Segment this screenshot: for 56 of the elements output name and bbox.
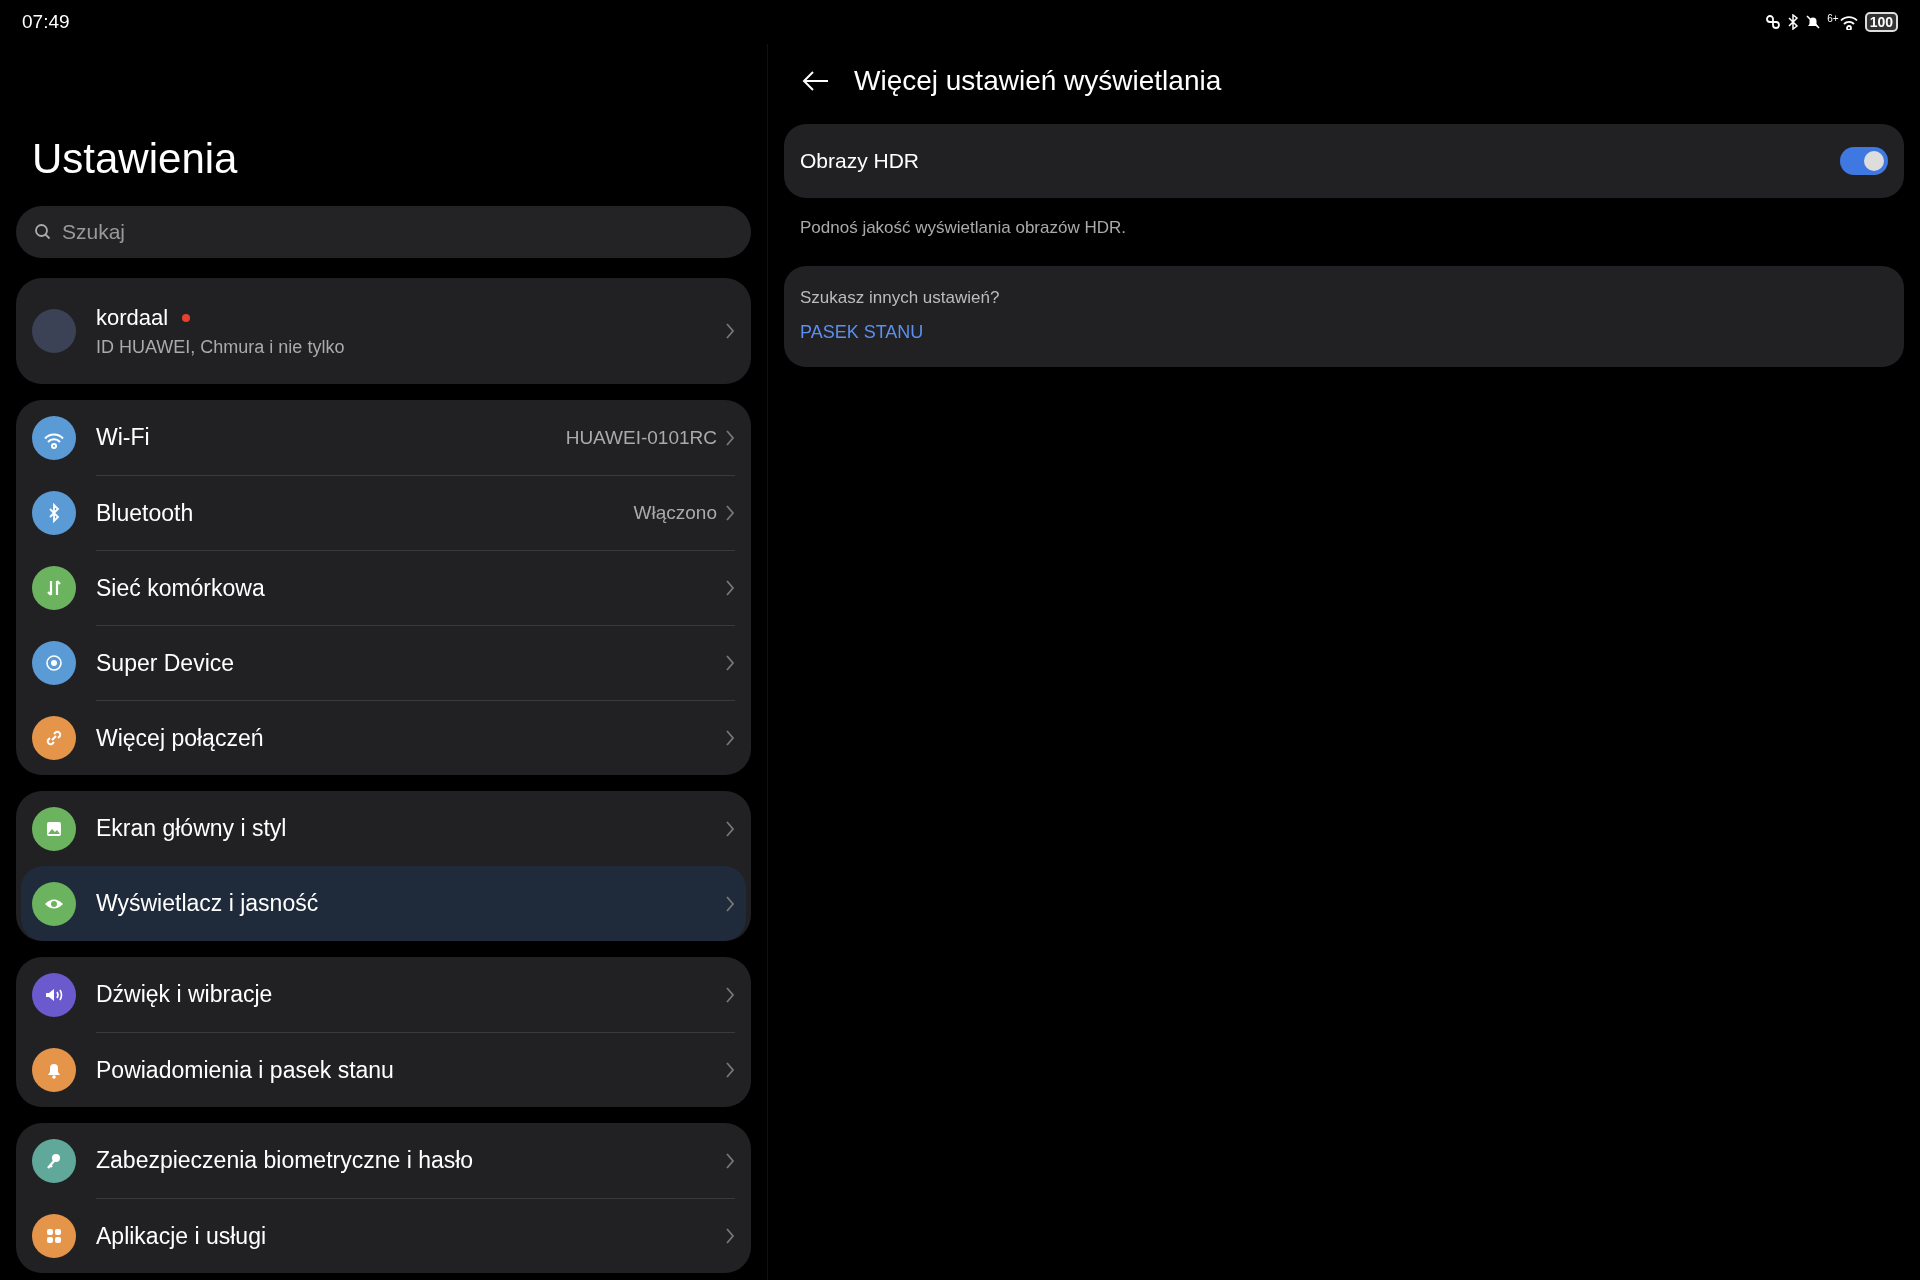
- item-label: Powiadomienia i pasek stanu: [96, 1056, 395, 1084]
- battery-indicator: 100: [1864, 12, 1898, 32]
- item-label: Więcej połączeń: [96, 724, 265, 752]
- settings-item[interactable]: Sieć komórkowa: [16, 550, 751, 625]
- item-label: Wyświetlacz i jasność: [96, 890, 320, 917]
- bluetooth-icon: [1787, 14, 1800, 30]
- status-time: 07:49: [22, 11, 70, 33]
- avatar-placeholder: [32, 309, 76, 353]
- item-label: Dźwięk i wibracje: [96, 981, 274, 1008]
- item-label: Aplikacje i usługi: [96, 1222, 268, 1250]
- item-label: Bluetooth: [96, 499, 195, 527]
- item-label: Sieć komórkowa: [96, 574, 266, 602]
- settings-item[interactable]: Super Device: [16, 625, 751, 700]
- chevron-icon: [725, 729, 735, 747]
- settings-item[interactable]: Więcej połączeń: [16, 700, 751, 775]
- item-label: Zabezpieczenia biometryczne i hasło: [96, 1147, 475, 1174]
- bell-muted-icon: [1805, 14, 1822, 30]
- settings-item[interactable]: Wyświetlacz i jasność: [21, 866, 746, 941]
- chevron-icon: [725, 894, 735, 913]
- chevron-icon: [725, 428, 735, 447]
- settings-item[interactable]: Bluetooth Włączono: [16, 475, 751, 550]
- chevron-icon: [725, 1227, 735, 1245]
- page-title: Ustawienia: [32, 134, 239, 184]
- chevron-icon: [725, 654, 735, 672]
- chevron-icon: [725, 1061, 735, 1079]
- chevron-icon: [725, 504, 735, 522]
- settings-item[interactable]: Wi-Fi HUAWEI-0101RC: [16, 400, 751, 475]
- account-card[interactable]: kordaal ID HUAWEI, Chmura i nie tylko: [16, 278, 751, 384]
- setting-description: Podnoś jakość wyświetlania obrazów HDR.: [800, 218, 1127, 238]
- settings-item[interactable]: Ekran główny i styl: [16, 791, 751, 866]
- chevron-icon: [725, 322, 735, 340]
- wifi-icon: [1838, 14, 1859, 30]
- toggle-switch[interactable]: [1840, 147, 1888, 175]
- suggestion-link[interactable]: PASEK STANU: [800, 322, 924, 343]
- back-button[interactable]: [802, 70, 830, 92]
- chevron-icon: [725, 819, 735, 838]
- settings-item[interactable]: Powiadomienia i pasek stanu: [16, 1032, 751, 1107]
- wifi-standard-label: 6+: [1827, 14, 1839, 24]
- account-name: kordaal: [96, 304, 169, 331]
- item-value: Włączono: [633, 502, 717, 524]
- chevron-icon: [725, 579, 735, 597]
- setting-label: Obrazy HDR: [800, 149, 920, 173]
- search-field[interactable]: Szukaj: [16, 206, 751, 258]
- item-label: Wi-Fi: [96, 424, 151, 451]
- item-value: HUAWEI-0101RC: [565, 426, 717, 449]
- chevron-icon: [725, 985, 735, 1004]
- settings-item[interactable]: Zabezpieczenia biometryczne i hasło: [16, 1123, 751, 1198]
- loop-icon: [1765, 14, 1782, 30]
- settings-item[interactable]: Dźwięk i wibracje: [16, 957, 751, 1032]
- screen-title: Więcej ustawień wyświetlania: [854, 65, 1222, 97]
- item-label: Ekran główny i styl: [96, 815, 288, 842]
- account-subtitle: ID HUAWEI, Chmura i nie tylko: [96, 336, 346, 358]
- chevron-icon: [725, 1151, 735, 1170]
- suggestion-question: Szukasz innych ustawień?: [800, 288, 1001, 308]
- settings-item[interactable]: Aplikacje i usługi: [16, 1198, 751, 1273]
- item-label: Super Device: [96, 649, 236, 677]
